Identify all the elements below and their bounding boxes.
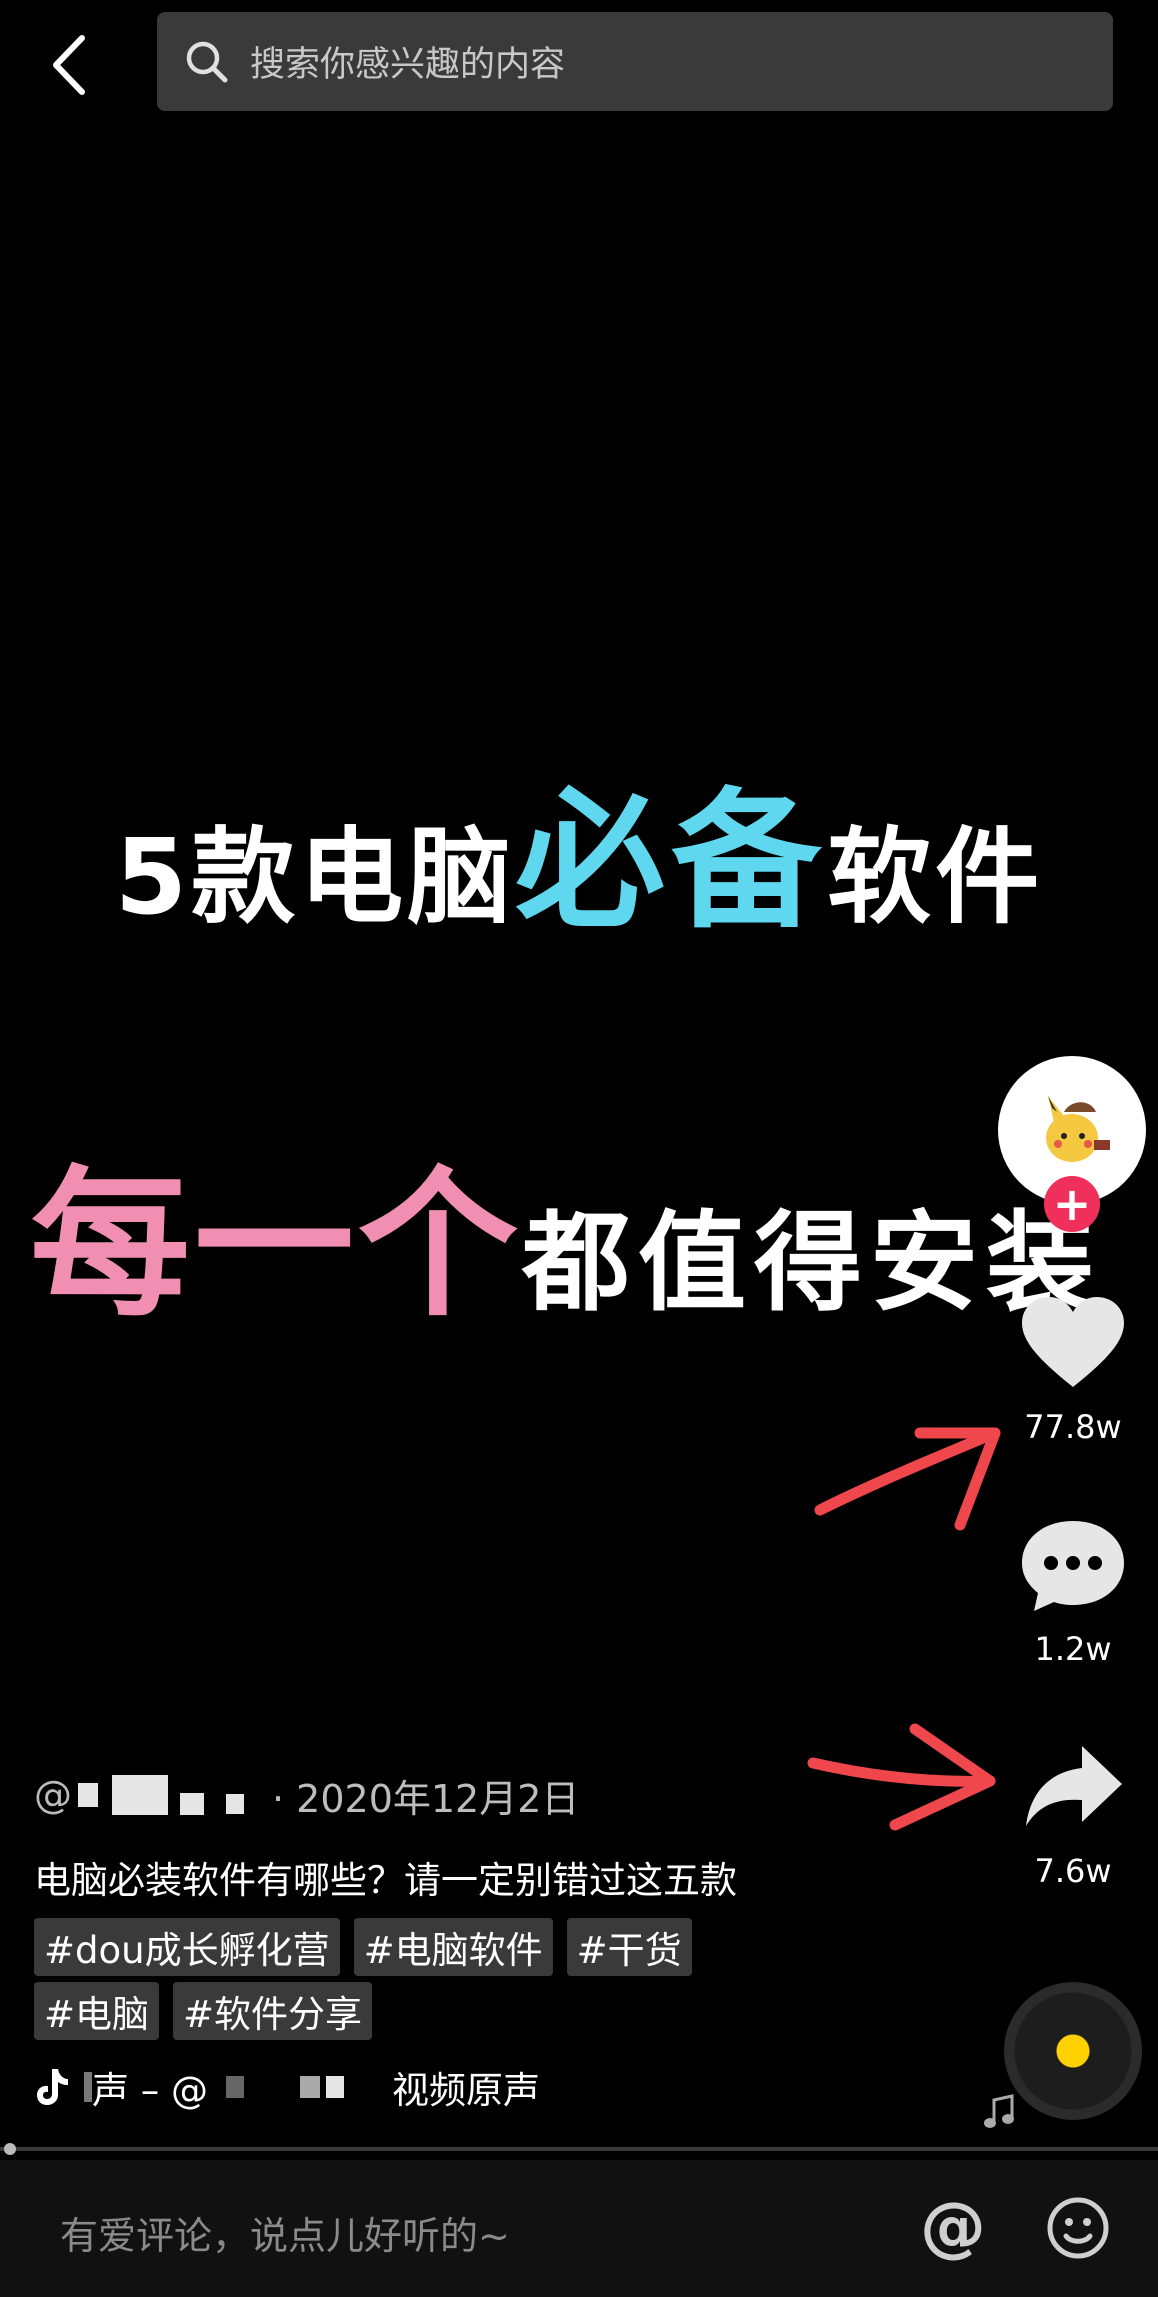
post-date: · 2020年12月2日: [272, 1776, 580, 1821]
title-text-white: 软件: [827, 816, 1044, 938]
music-author-redacted: [84, 2072, 92, 2102]
author-row[interactable]: @ · 2020年12月2日: [34, 1765, 579, 1825]
music-author-redacted: [326, 2076, 345, 2098]
post-description: 电脑必装软件有哪些？请一定别错过这五款: [34, 1859, 737, 1902]
search-placeholder: 搜索你感兴趣的内容: [250, 45, 566, 85]
video-title-line1: 5款电脑必备软件: [0, 740, 1158, 957]
hashtag-chip[interactable]: #电脑软件: [353, 1918, 553, 1976]
search-icon: [186, 41, 228, 82]
music-note-icon: [984, 2094, 1014, 2128]
search-bar[interactable]: 搜索你感兴趣的内容: [157, 12, 1113, 111]
like-count: 77.8w: [1024, 1408, 1122, 1446]
music-row[interactable]: 声 – @ 视频原声: [34, 2060, 540, 2114]
pikachu-avatar-icon: [1046, 1096, 1110, 1162]
author-at: @: [34, 1773, 72, 1817]
author-name-redacted: [180, 1793, 204, 1815]
share-count: 7.6w: [1034, 1852, 1112, 1890]
music-author-redacted: [300, 2076, 321, 2098]
music-prefix: 声 – @: [92, 2069, 209, 2112]
mention-button[interactable]: @: [920, 2188, 986, 2265]
hashtag-chip[interactable]: #干货: [566, 1918, 692, 1976]
heart-icon[interactable]: [1018, 1295, 1128, 1395]
subtitle-text-white: 都值得安装: [522, 1201, 1103, 1326]
red-arrow-annotation-icon: [814, 1427, 1001, 1531]
tag-list: #dou成长孵化营 #电脑软件 #干货: [34, 1918, 794, 1976]
share-arrow-icon[interactable]: [1018, 1740, 1128, 1840]
hashtag-chip[interactable]: #电脑: [34, 1982, 160, 2040]
follow-button[interactable]: +: [1044, 1176, 1100, 1232]
comment-bubble-icon[interactable]: [1018, 1515, 1128, 1615]
video-progress-bar[interactable]: [0, 2143, 1158, 2155]
progress-handle[interactable]: [4, 2143, 16, 2155]
hashtag-chip[interactable]: #dou成长孵化营: [34, 1918, 340, 1976]
tag-list: #电脑 #软件分享: [34, 1982, 794, 2040]
music-title: 视频原声: [392, 2069, 541, 2112]
title-text-white: 5款电脑: [114, 816, 516, 938]
comment-input[interactable]: 有爱评论，说点儿好听的~: [60, 2205, 510, 2260]
hashtag-chip[interactable]: #软件分享: [173, 1982, 373, 2040]
music-disc[interactable]: [1004, 1982, 1142, 2120]
subtitle-text-highlight: 每一个: [30, 1151, 523, 1338]
author-name-redacted: [78, 1783, 98, 1807]
title-text-highlight: 必备: [515, 775, 828, 949]
video-title-line2: 每一个都值得安装: [30, 1115, 1102, 1347]
author-name-redacted: [112, 1775, 168, 1815]
music-author-redacted: [226, 2076, 245, 2098]
author-name-redacted: [226, 1794, 244, 1814]
emoji-icon[interactable]: [1046, 2196, 1110, 2260]
tiktok-note-icon: [37, 2069, 68, 2105]
comment-count: 1.2w: [1034, 1630, 1112, 1668]
red-arrow-annotation-icon: [807, 1723, 996, 1831]
back-arrow-icon[interactable]: [40, 30, 100, 100]
